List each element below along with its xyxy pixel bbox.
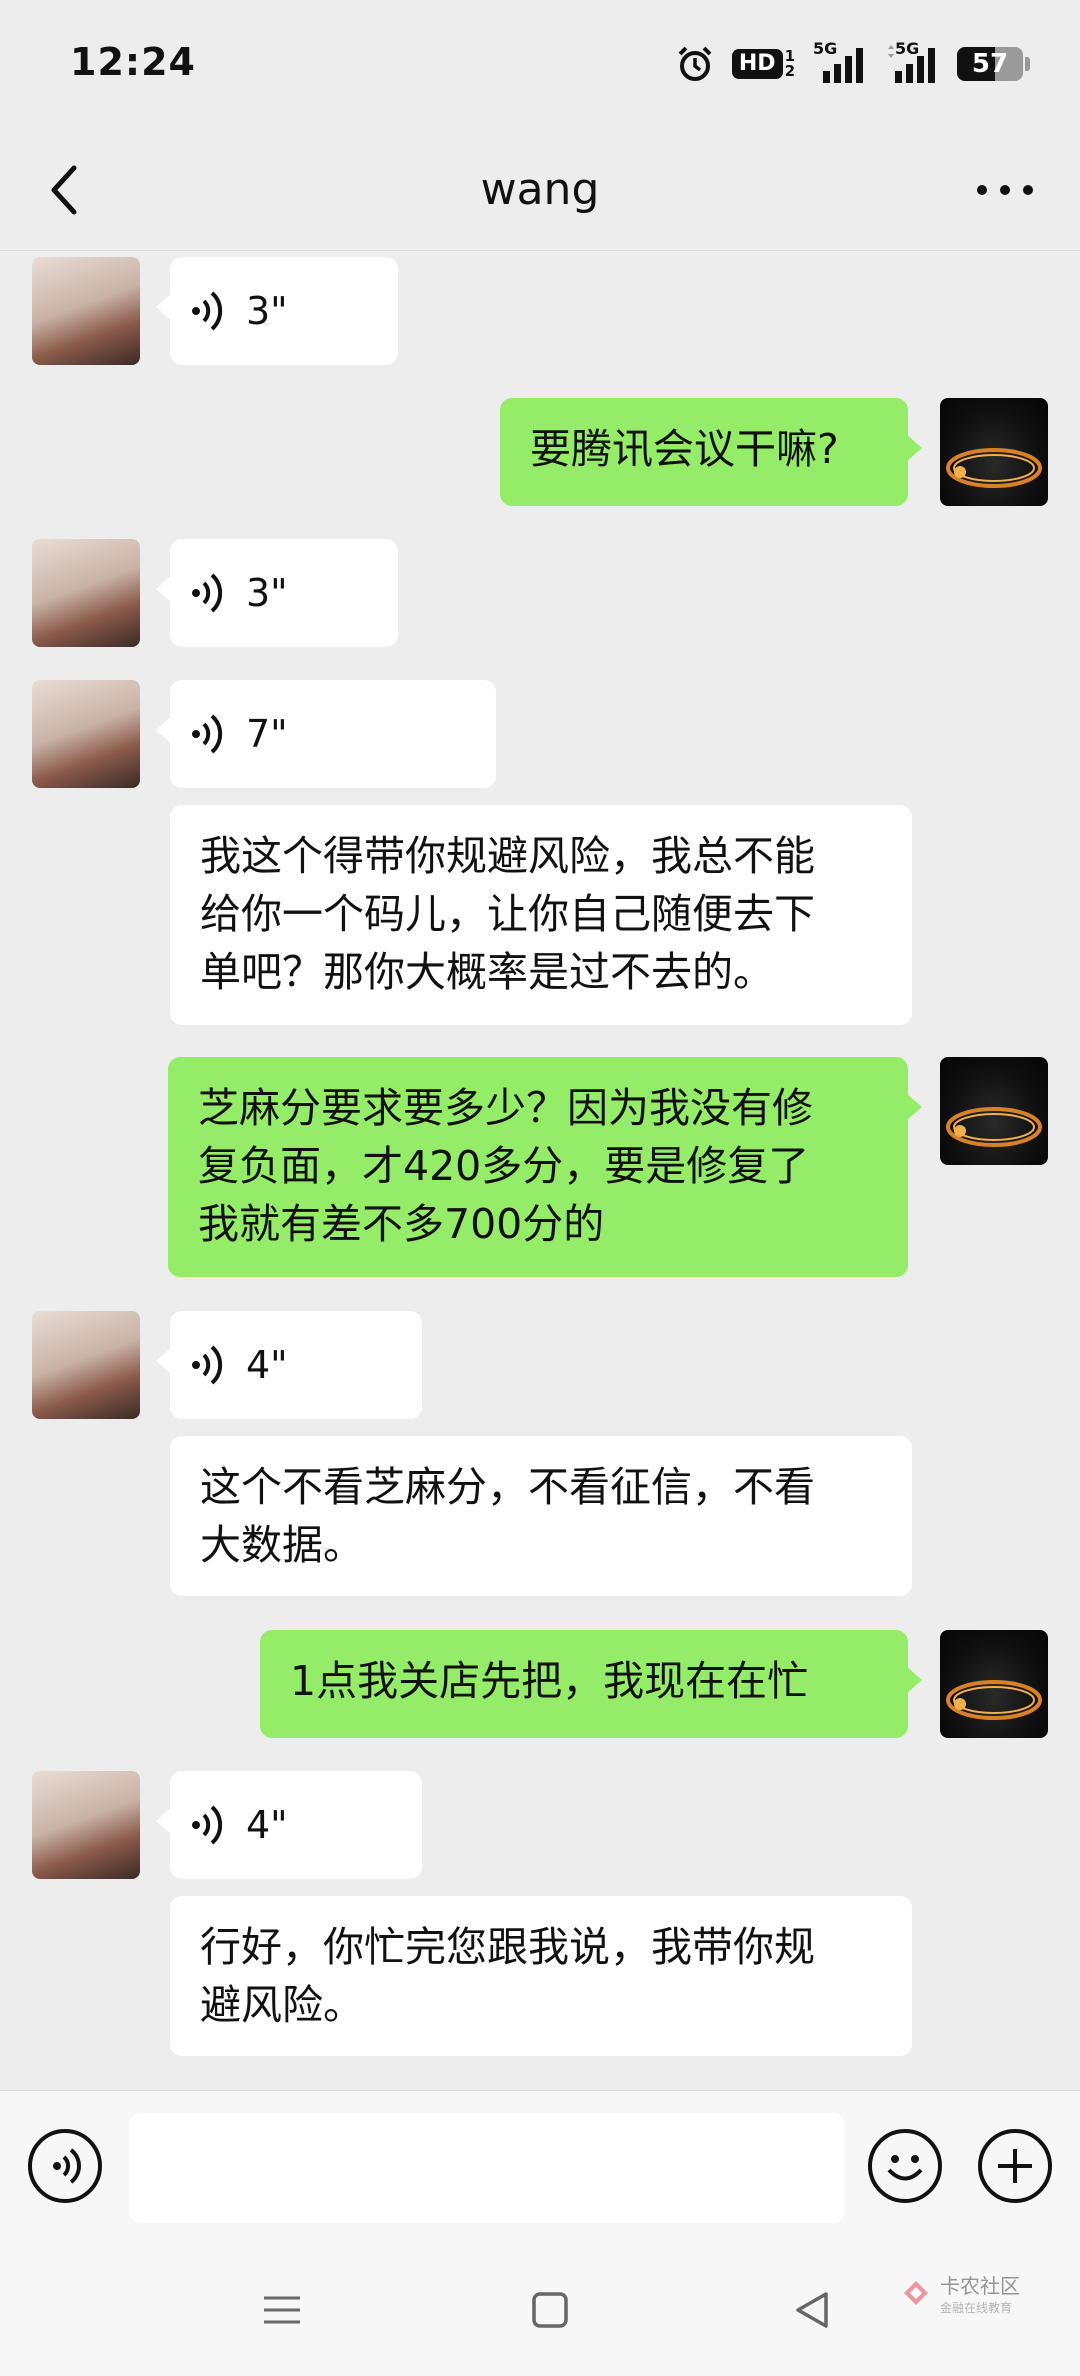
- voice-message[interactable]: 3": [156, 257, 398, 365]
- contact-avatar[interactable]: [32, 680, 140, 788]
- watermark: 卡农社区 金融在线教育: [898, 2270, 1020, 2316]
- battery-icon: 57: [957, 47, 1023, 81]
- sent-text-message[interactable]: 要腾讯会议干嘛?: [500, 398, 922, 506]
- status-icons: HD 1 2 5G 5G 57: [676, 39, 1030, 86]
- voice-duration: 3": [246, 571, 288, 615]
- watermark-text-group: 卡农社区 金融在线教育: [940, 2270, 1020, 2316]
- emoji-button[interactable]: [868, 2129, 942, 2203]
- signal-5g-icon-1: 5G: [813, 39, 867, 83]
- contact-avatar[interactable]: [32, 539, 140, 647]
- message-line: 这个不看芝麻分，不看征信，不看: [200, 1463, 815, 1511]
- voice-wave-icon: [192, 714, 223, 754]
- received-text-message[interactable]: 行好，你忙完您跟我说，我带你规 避风险。: [170, 1896, 912, 2056]
- received-text-message[interactable]: 我这个得带你规避风险，我总不能 给你一个码儿，让你自己随便去下 单吧？那你大概率…: [170, 805, 912, 1025]
- my-avatar[interactable]: [940, 1057, 1048, 1165]
- more-functions-button[interactable]: [978, 2129, 1052, 2203]
- my-avatar[interactable]: [940, 398, 1048, 506]
- voice-message[interactable]: 4": [156, 1771, 422, 1879]
- contact-avatar[interactable]: [32, 1311, 140, 1419]
- my-avatar[interactable]: [940, 1630, 1048, 1738]
- message-line: 我就有差不多700分的: [198, 1200, 605, 1248]
- hd-volte-icon: HD 1 2: [731, 49, 795, 79]
- message-line: 复负面，才420多分，要是修复了: [198, 1142, 810, 1190]
- net-label-2: 5G: [895, 39, 920, 58]
- hd-sub: 1 2: [785, 49, 795, 79]
- message-line: 避风险。: [200, 1981, 364, 2029]
- more-options-icon[interactable]: [970, 170, 1040, 210]
- plus-icon: [998, 2149, 1032, 2183]
- voice-duration: 3": [246, 289, 288, 333]
- voice-duration: 4": [246, 1343, 288, 1387]
- net-label-1: 5G: [813, 39, 838, 58]
- emoji-icon: [887, 2155, 923, 2181]
- signal-5g-icon-2: 5G: [885, 39, 939, 83]
- status-bar: 12:24 HD 1 2 5G 5G 57: [0, 0, 1080, 130]
- watermark-text: 卡农社区: [940, 2274, 1020, 2298]
- message-input[interactable]: [130, 2113, 844, 2223]
- recent-apps-icon[interactable]: [262, 2290, 302, 2330]
- message-line: 单吧？那你大概率是过不去的。: [200, 948, 774, 996]
- message-line: 我这个得带你规避风险，我总不能: [200, 832, 815, 880]
- back-nav-icon[interactable]: [792, 2290, 832, 2330]
- watermark-logo: [904, 2281, 928, 2305]
- hd-sub-2: 2: [784, 62, 795, 80]
- sent-text-message[interactable]: 1点我关店先把，我现在在忙: [260, 1630, 922, 1738]
- received-text-message[interactable]: 这个不看芝麻分，不看征信，不看 大数据。: [170, 1436, 912, 1596]
- message-text: 要腾讯会议干嘛?: [530, 425, 839, 473]
- home-icon[interactable]: [530, 2290, 570, 2330]
- voice-icon: [53, 2148, 81, 2184]
- message-text: 1点我关店先把，我现在在忙: [290, 1657, 809, 1705]
- voice-message[interactable]: 3": [156, 539, 398, 647]
- message-line: 行好，你忙完您跟我说，我带你规: [200, 1923, 815, 1971]
- battery-tip: [1025, 57, 1030, 71]
- voice-duration: 7": [246, 712, 288, 756]
- voice-wave-icon: [192, 1805, 223, 1845]
- sent-text-message[interactable]: 芝麻分要求要多少？因为我没有修 复负面，才420多分，要是修复了 我就有差不多7…: [168, 1057, 922, 1277]
- voice-message[interactable]: 4": [156, 1311, 422, 1419]
- contact-avatar[interactable]: [32, 1771, 140, 1879]
- message-line: 大数据。: [200, 1521, 364, 1569]
- chat-input-bar: [0, 2090, 1080, 2251]
- watermark-sub: 金融在线教育: [940, 2301, 1013, 2315]
- voice-message[interactable]: 7": [156, 680, 496, 788]
- status-time: 12:24: [70, 40, 196, 84]
- message-line: 给你一个码儿，让你自己随便去下: [200, 890, 815, 938]
- battery-level: 57: [971, 49, 1009, 79]
- alarm-icon: [676, 45, 714, 83]
- voice-duration: 4": [246, 1803, 288, 1847]
- contact-avatar[interactable]: [32, 257, 140, 365]
- hd-label: HD: [731, 49, 783, 79]
- voice-wave-icon: [192, 1345, 223, 1385]
- voice-wave-icon: [192, 291, 223, 331]
- chat-header: wang: [0, 130, 1080, 251]
- voice-input-button[interactable]: [28, 2129, 102, 2203]
- voice-wave-icon: [192, 573, 223, 613]
- chat-title: wang: [480, 164, 600, 215]
- message-line: 芝麻分要求要多少？因为我没有修: [198, 1084, 813, 1132]
